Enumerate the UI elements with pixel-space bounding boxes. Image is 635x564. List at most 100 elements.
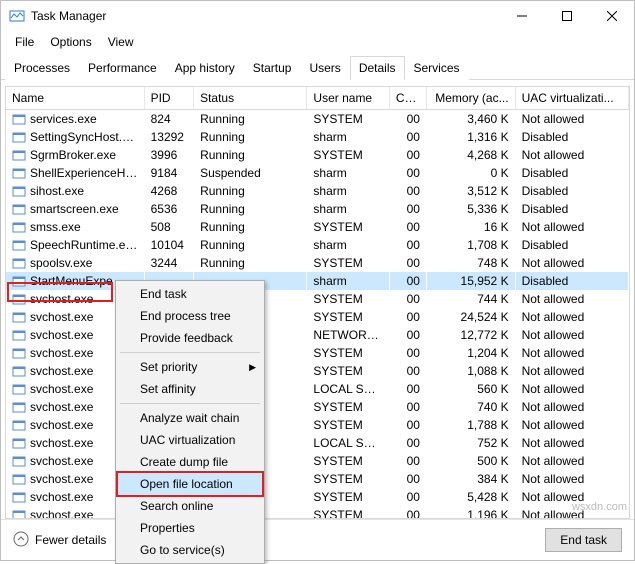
process-user: SYSTEM (307, 218, 389, 236)
table-row[interactable]: SgrmBroker.exe3996RunningSYSTEM004,268 K… (6, 146, 629, 164)
process-cpu: 00 (389, 164, 426, 182)
ctx-end-task[interactable]: End task (118, 283, 262, 305)
process-icon (12, 400, 26, 414)
process-uac: Disabled (515, 164, 628, 182)
process-status: Suspended (194, 164, 307, 182)
table-row[interactable]: services.exe824RunningSYSTEM003,460 KNot… (6, 110, 629, 128)
table-row[interactable]: smartscreen.exe6536Runningsharm005,336 K… (6, 200, 629, 218)
tab-app-history[interactable]: App history (166, 56, 244, 80)
process-name: svchost.exe (30, 382, 93, 396)
table-row[interactable]: svchost.exeSYSTEM00744 KNot allowed (6, 290, 629, 308)
process-cpu: 00 (389, 290, 426, 308)
tab-details[interactable]: Details (350, 56, 405, 80)
maximize-button[interactable] (544, 1, 589, 31)
col-cpu[interactable]: CPU (389, 87, 426, 110)
table-row[interactable]: svchost.exeSYSTEM00500 KNot allowed (6, 452, 629, 470)
menu-options[interactable]: Options (44, 33, 97, 51)
ctx-analyze[interactable]: Analyze wait chain (118, 407, 262, 429)
minimize-button[interactable] (499, 1, 544, 31)
process-memory: 24,524 K (426, 308, 515, 326)
process-memory: 1,196 K (426, 506, 515, 520)
table-row[interactable]: svchost.exeSYSTEM0024,524 KNot allowed (6, 308, 629, 326)
ctx-open-file-location[interactable]: Open file location (118, 473, 262, 495)
table-row[interactable]: svchost.exeSYSTEM005,428 KNot allowed (6, 488, 629, 506)
table-row[interactable]: svchost.exeSYSTEM001,788 KNot allowed (6, 416, 629, 434)
process-name: SgrmBroker.exe (30, 148, 116, 162)
table-row[interactable]: svchost.exeSYSTEM00384 KNot allowed (6, 470, 629, 488)
col-memory[interactable]: Memory (ac... (426, 87, 515, 110)
table-row[interactable]: SpeechRuntime.exe10104Runningsharm001,70… (6, 236, 629, 254)
table-row[interactable]: svchost.exeLOCAL SER...00560 KNot allowe… (6, 380, 629, 398)
table-row[interactable]: svchost.exeNETWORK ...0012,772 KNot allo… (6, 326, 629, 344)
ctx-feedback[interactable]: Provide feedback (118, 327, 262, 349)
ctx-go-to-services[interactable]: Go to service(s) (118, 539, 262, 561)
process-cpu: 00 (389, 200, 426, 218)
process-user: sharm (307, 272, 389, 290)
table-row[interactable]: svchost.exeLOCAL SER...00752 KNot allowe… (6, 434, 629, 452)
table-row[interactable]: SettingSyncHost.exe13292Runningsharm001,… (6, 128, 629, 146)
process-user: NETWORK ... (307, 326, 389, 344)
tab-startup[interactable]: Startup (244, 56, 301, 80)
process-name: spoolsv.exe (30, 256, 92, 270)
process-memory: 744 K (426, 290, 515, 308)
column-headers: Name PID Status User name CPU Memory (ac… (6, 87, 629, 110)
process-name: svchost.exe (30, 508, 93, 520)
process-name: svchost.exe (30, 328, 93, 342)
process-user: LOCAL SER... (307, 434, 389, 452)
ctx-sep (120, 403, 260, 404)
ctx-set-priority[interactable]: Set priority▶ (118, 356, 262, 378)
table-row[interactable]: spoolsv.exe3244RunningSYSTEM00748 KNot a… (6, 254, 629, 272)
table-row[interactable]: sihost.exe4268Runningsharm003,512 KDisab… (6, 182, 629, 200)
process-uac: Not allowed (515, 416, 628, 434)
footer: Fewer details End task (1, 519, 634, 560)
ctx-uac[interactable]: UAC virtualization (118, 429, 262, 451)
menu-file[interactable]: File (9, 33, 40, 51)
process-icon (12, 112, 26, 126)
table-row[interactable]: svchost.exeSYSTEM001,196 KNot allowed (6, 506, 629, 520)
process-memory: 1,788 K (426, 416, 515, 434)
fewer-details-toggle[interactable]: Fewer details (13, 531, 106, 550)
col-uac[interactable]: UAC virtualizati... (515, 87, 628, 110)
table-row[interactable]: smss.exe508RunningSYSTEM0016 KNot allowe… (6, 218, 629, 236)
process-status: Running (194, 200, 307, 218)
process-name: svchost.exe (30, 454, 93, 468)
table-row[interactable]: ShellExperienceHost....9184Suspendedshar… (6, 164, 629, 182)
ctx-set-affinity[interactable]: Set affinity (118, 378, 262, 400)
process-user: sharm (307, 128, 389, 146)
table-row[interactable]: StartMenuExpesharm0015,952 KDisabled (6, 272, 629, 290)
col-name[interactable]: Name (6, 87, 144, 110)
process-memory: 1,204 K (426, 344, 515, 362)
close-button[interactable] (589, 1, 634, 31)
col-user[interactable]: User name (307, 87, 389, 110)
process-memory: 12,772 K (426, 326, 515, 344)
process-cpu: 00 (389, 236, 426, 254)
table-row[interactable]: svchost.exeSYSTEM00740 KNot allowed (6, 398, 629, 416)
col-pid[interactable]: PID (144, 87, 193, 110)
process-pid: 824 (144, 110, 193, 128)
tab-users[interactable]: Users (300, 56, 349, 80)
process-user: SYSTEM (307, 254, 389, 272)
process-pid: 3244 (144, 254, 193, 272)
table-row[interactable]: svchost.exeSYSTEM001,204 KNot allowed (6, 344, 629, 362)
ctx-search[interactable]: Search online (118, 495, 262, 517)
menu-view[interactable]: View (102, 33, 140, 51)
col-status[interactable]: Status (194, 87, 307, 110)
ctx-properties[interactable]: Properties (118, 517, 262, 539)
process-icon (12, 148, 26, 162)
process-uac: Disabled (515, 182, 628, 200)
end-task-button[interactable]: End task (545, 528, 622, 552)
process-memory: 748 K (426, 254, 515, 272)
tab-services[interactable]: Services (405, 56, 469, 80)
process-name: svchost.exe (30, 400, 93, 414)
process-user: SYSTEM (307, 344, 389, 362)
process-user: SYSTEM (307, 416, 389, 434)
process-user: SYSTEM (307, 488, 389, 506)
tab-processes[interactable]: Processes (5, 56, 79, 80)
table-row[interactable]: svchost.exeSYSTEM001,088 KNot allowed (6, 362, 629, 380)
process-cpu: 00 (389, 218, 426, 236)
ctx-dump[interactable]: Create dump file (118, 451, 262, 473)
tab-strip: Processes Performance App history Startu… (1, 55, 634, 80)
process-cpu: 00 (389, 326, 426, 344)
ctx-end-tree[interactable]: End process tree (118, 305, 262, 327)
tab-performance[interactable]: Performance (79, 56, 166, 80)
